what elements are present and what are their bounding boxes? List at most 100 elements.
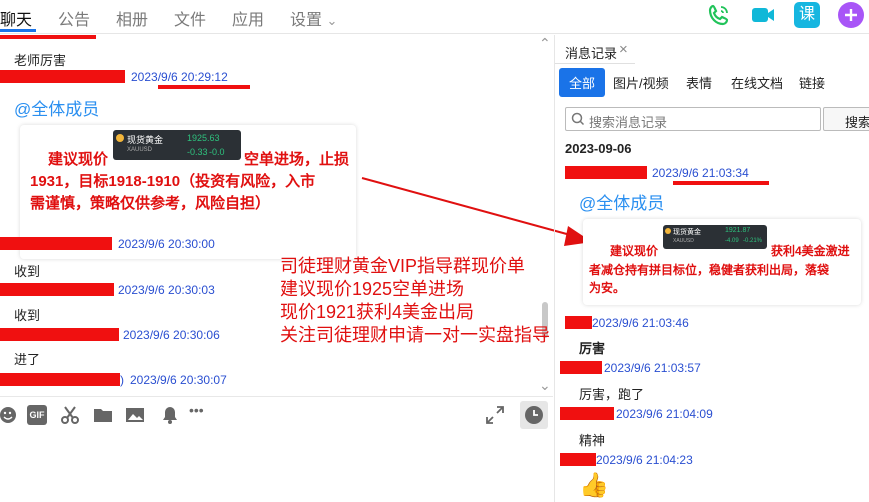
redacted-name xyxy=(565,166,647,179)
expand-icon[interactable]: ⌄ xyxy=(539,377,551,394)
tab-announcement[interactable]: 公告 xyxy=(58,6,90,30)
redacted-name xyxy=(0,328,119,341)
gold-coin-icon xyxy=(665,228,671,234)
title-divider xyxy=(555,63,635,64)
top-nav-bar: 聊天 公告 相册 文件 应用 设置 ⌄ 课 xyxy=(0,0,869,34)
widget-percent: -0.21% xyxy=(743,238,763,244)
history-date: 2023-09-06 xyxy=(565,141,632,156)
folder-icon[interactable] xyxy=(93,405,113,425)
card-line1-right: 空单进场，止损 xyxy=(244,151,350,168)
history-search-button[interactable]: 搜索 xyxy=(823,107,869,131)
history-tab-links[interactable]: 链接 xyxy=(799,73,825,92)
mention-all-members[interactable]: @全体成员 xyxy=(14,95,99,120)
overlay-annotation-text: 司徒理财黄金VIP指导群现价单 建议现价1925空单进场 现价1921获利4美金… xyxy=(280,255,550,347)
gold-coin-icon xyxy=(116,134,124,142)
message-text: 收到 xyxy=(14,264,41,279)
card-line1-left: 建议现价 xyxy=(48,151,109,168)
widget-title: 现货黄金 xyxy=(127,135,164,145)
more-icon[interactable]: ••• xyxy=(189,402,209,422)
overlay-line: 建议现价1925空单进场 xyxy=(280,279,465,299)
scissors-icon[interactable] xyxy=(60,405,80,425)
redacted-name xyxy=(0,283,114,296)
emoji-icon[interactable] xyxy=(0,405,20,425)
message-timestamp: 2023/9/6 20:30:06 xyxy=(123,328,220,342)
card-line3: 需谨慎，策略仅供参考，风险自担） xyxy=(30,195,271,212)
redacted-name xyxy=(565,316,592,329)
redacted-name xyxy=(0,70,125,83)
widget-price: 1921.87 xyxy=(725,227,751,234)
history-tab-images[interactable]: 图片/视频 xyxy=(613,73,669,92)
collapse-icon[interactable]: ⌃ xyxy=(539,35,551,52)
message-timestamp: 2023/9/6 20:29:12 xyxy=(131,70,228,84)
widget-code: XAUUSD xyxy=(673,238,694,244)
card-line1-right: 获利4美金激进 xyxy=(771,244,850,258)
history-tab-all[interactable]: 全部 xyxy=(559,68,606,97)
tab-album[interactable]: 相册 xyxy=(116,6,148,30)
expand-input-icon[interactable] xyxy=(485,405,505,425)
timestamp-paren: ) xyxy=(120,373,124,387)
search-icon xyxy=(571,112,585,126)
widget-percent: -0.0 xyxy=(209,147,225,157)
tab-settings[interactable]: 设置 ⌄ xyxy=(290,6,337,30)
tab-settings-label: 设置 xyxy=(290,12,323,29)
course-icon[interactable]: 课 xyxy=(794,2,820,28)
redacted-name xyxy=(0,237,112,250)
redacted-name xyxy=(560,407,614,420)
history-timestamp: 2023/9/6 21:03:46 xyxy=(592,316,689,330)
tab-chat[interactable]: 聊天 xyxy=(0,6,32,30)
close-icon[interactable]: × xyxy=(619,41,628,58)
search-placeholder: 搜索消息记录 xyxy=(589,115,668,130)
history-timestamp: 2023/9/6 21:03:57 xyxy=(604,361,701,375)
tab-apps[interactable]: 应用 xyxy=(232,6,264,30)
history-message-text: 厉害 xyxy=(579,341,606,356)
input-toolbar: GIF ••• xyxy=(0,396,553,432)
chevron-down-icon: ⌄ xyxy=(326,13,338,28)
video-call-icon[interactable] xyxy=(750,2,776,28)
redacted-name xyxy=(0,35,96,39)
tab-files[interactable]: 文件 xyxy=(174,6,206,30)
card-line2: 1931，目标1918-1910（投资有风险，入市 xyxy=(30,173,316,190)
history-timestamp: 2023/9/6 21:04:09 xyxy=(616,407,713,421)
gif-icon[interactable]: GIF xyxy=(27,405,47,425)
add-icon[interactable] xyxy=(838,2,864,28)
redacted-name xyxy=(0,373,120,386)
widget-code: XAUUSD xyxy=(127,147,153,153)
overlay-line: 关注司徒理财申请一对一实盘指导 xyxy=(280,325,550,345)
overlay-line: 现价1921获利4美金出局 xyxy=(280,302,475,322)
history-search-input[interactable]: 搜索消息记录 xyxy=(565,107,821,131)
history-signal-card[interactable]: 建议现价 现货黄金 1921.87 XAUUSD -4.09 -0.21% 获利… xyxy=(583,219,861,305)
history-timestamp: 2023/9/6 21:03:34 xyxy=(652,166,749,180)
gold-price-widget: 现货黄金 1925.63 XAUUSD -0.33 -0.0 xyxy=(113,130,241,160)
phone-icon[interactable] xyxy=(706,2,732,28)
overlay-line: 司徒理财黄金VIP指导群现价单 xyxy=(280,256,526,276)
message-text: 收到 xyxy=(14,308,41,323)
message-timestamp: 2023/9/6 20:30:03 xyxy=(118,283,215,297)
bell-icon[interactable] xyxy=(160,405,180,425)
message-history-panel: 消息记录 × 全部 图片/视频 表情 在线文档 链接 搜索消息记录 搜索 202… xyxy=(554,35,869,502)
history-timestamp: 2023/9/6 21:04:23 xyxy=(596,453,693,467)
mention-all-members[interactable]: @全体成员 xyxy=(579,189,664,214)
widget-change: -4.09 xyxy=(725,238,739,244)
history-message-text: 厉害，跑了 xyxy=(579,387,645,402)
history-title: 消息记录 xyxy=(565,46,618,61)
history-clock-icon[interactable] xyxy=(520,401,548,429)
history-tab-stickers[interactable]: 表情 xyxy=(686,73,712,92)
redacted-mark xyxy=(158,85,250,89)
image-icon[interactable] xyxy=(125,405,145,425)
gold-price-widget: 现货黄金 1921.87 XAUUSD -4.09 -0.21% xyxy=(663,225,767,249)
widget-change: -0.33 xyxy=(187,147,208,157)
message-timestamp: 2023/9/6 20:30:07 xyxy=(130,373,227,387)
redacted-mark xyxy=(673,181,769,185)
widget-price: 1925.63 xyxy=(187,133,220,143)
thumbs-up-icon: 👍 xyxy=(579,472,609,499)
history-tab-docs[interactable]: 在线文档 xyxy=(731,73,783,92)
redacted-name xyxy=(560,361,602,374)
card-line2: 者减仓持有拼目标位，稳健者获利出局，落袋 xyxy=(589,263,830,277)
message-text: 老师厉害 xyxy=(14,53,67,68)
card-line3: 为安。 xyxy=(589,281,626,295)
message-timestamp: 2023/9/6 20:30:00 xyxy=(118,237,215,251)
message-input-area[interactable] xyxy=(0,432,553,502)
card-line1-left: 建议现价 xyxy=(610,244,659,258)
widget-title: 现货黄金 xyxy=(673,229,701,236)
active-tab-indicator xyxy=(0,29,36,32)
